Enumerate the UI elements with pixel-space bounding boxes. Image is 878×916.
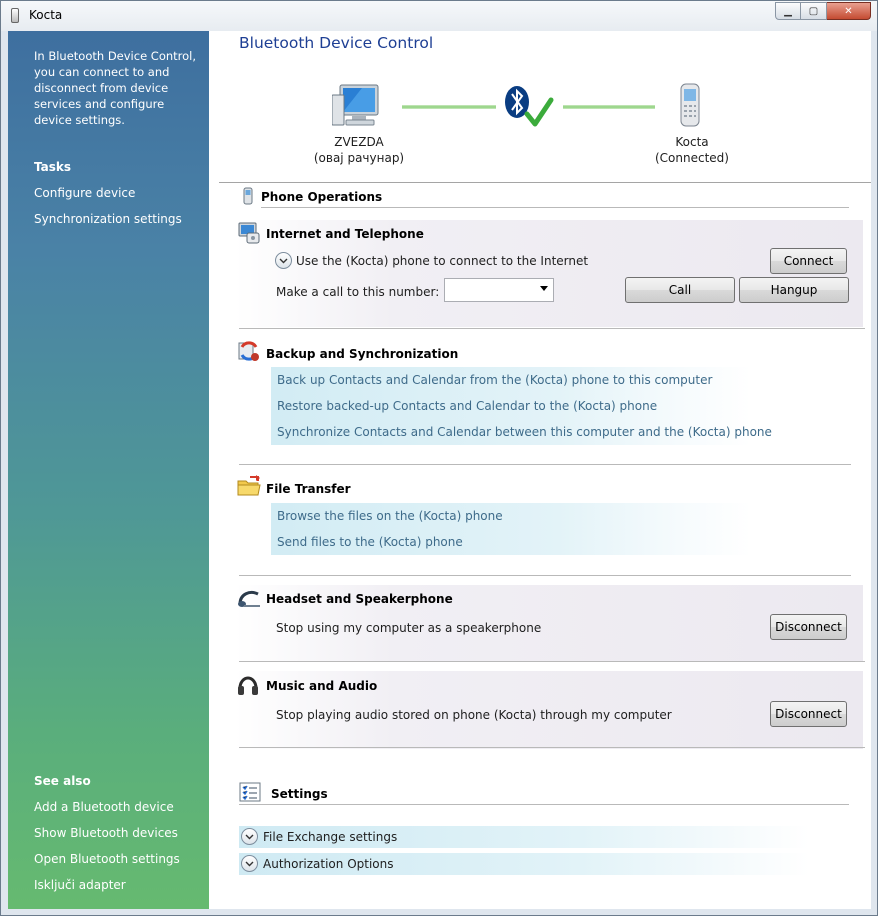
headphones-icon — [238, 676, 258, 695]
link-add-bluetooth-device[interactable]: Add a Bluetooth device — [34, 800, 174, 814]
link-disable-adapter[interactable]: Isključi adapter — [34, 878, 126, 892]
task-configure-device[interactable]: Configure device — [34, 186, 135, 200]
internet-divider — [239, 328, 865, 329]
window-title: Kocta — [29, 8, 63, 22]
phone-icon — [11, 8, 19, 23]
browse-files-link[interactable]: Browse the files on the (Kocta) phone — [271, 503, 751, 529]
title-bar: Kocta ▁ ▢ ✕ — [1, 1, 877, 31]
authorization-options-row[interactable]: Authorization Options — [239, 853, 809, 875]
main-content: Bluetooth Device Control ZVEZDA (овај ра… — [209, 31, 871, 909]
bluetooth-connected-icon — [505, 86, 554, 127]
backup-sync-icon — [238, 341, 259, 361]
file-transfer-divider — [239, 575, 851, 576]
synchronize-contacts-link[interactable]: Synchronize Contacts and Calendar betwee… — [271, 419, 772, 445]
maximize-button[interactable]: ▢ — [801, 2, 827, 20]
computer-name: ZVEZDA — [334, 135, 384, 149]
settings-list-icon — [239, 782, 261, 802]
send-files-link[interactable]: Send files to the (Kocta) phone — [271, 529, 751, 555]
link-open-bluetooth-settings[interactable]: Open Bluetooth settings — [34, 852, 180, 866]
call-number-label: Make a call to this number: — [276, 285, 440, 299]
authorization-options-label: Authorization Options — [263, 857, 394, 871]
computer-device: ZVEZDA (овај рачунар) — [299, 134, 419, 166]
see-also-heading: See also — [34, 774, 91, 788]
backup-contacts-link[interactable]: Back up Contacts and Calendar from the (… — [271, 367, 751, 393]
app-window: Kocta ▁ ▢ ✕ In Bluetooth Device Control,… — [0, 0, 878, 916]
file-transfer-icon — [237, 475, 261, 496]
internet-telephone-icon — [238, 222, 260, 244]
connection-line-right — [563, 105, 655, 109]
task-synchronization-settings[interactable]: Synchronization settings — [34, 212, 182, 226]
music-heading: Music and Audio — [266, 679, 378, 693]
phone-status: (Connected) — [655, 151, 729, 165]
page-title: Bluetooth Device Control — [239, 34, 434, 52]
window-controls: ▁ ▢ ✕ — [775, 2, 871, 20]
settings-divider — [239, 804, 849, 805]
chevron-down-icon — [279, 258, 288, 263]
expand-internet-button[interactable] — [275, 252, 292, 269]
phone-operations-divider — [261, 207, 849, 208]
computer-icon — [332, 84, 379, 126]
link-show-bluetooth-devices[interactable]: Show Bluetooth devices — [34, 826, 178, 840]
phone-device: Kocta (Connected) — [632, 134, 752, 166]
chevron-down-icon — [245, 861, 254, 866]
file-exchange-settings-label: File Exchange settings — [263, 830, 398, 844]
chevron-down-icon — [245, 834, 254, 839]
phone-operations-icon — [243, 187, 253, 205]
headset-divider — [239, 661, 865, 662]
computer-subtitle: (овај рачунар) — [313, 151, 405, 165]
music-text: Stop playing audio stored on phone (Koct… — [276, 708, 672, 722]
music-disconnect-button[interactable]: Disconnect — [770, 701, 847, 727]
file-exchange-settings-row[interactable]: File Exchange settings — [239, 826, 809, 848]
file-transfer-heading: File Transfer — [266, 482, 351, 496]
music-divider — [239, 747, 865, 748]
device-divider — [219, 182, 871, 183]
close-button[interactable]: ✕ — [827, 2, 871, 20]
hangup-button[interactable]: Hangup — [739, 277, 849, 303]
use-phone-internet-text: Use the (Kocta) phone to connect to the … — [296, 254, 589, 268]
headset-heading: Headset and Speakerphone — [266, 592, 453, 606]
dropdown-arrow-icon — [540, 286, 548, 291]
phone-operations-heading: Phone Operations — [261, 190, 383, 204]
restore-contacts-link[interactable]: Restore backed-up Contacts and Calendar … — [271, 393, 751, 419]
backup-sync-heading: Backup and Synchronization — [266, 347, 459, 361]
task-pane-description: In Bluetooth Device Control, you can con… — [34, 49, 197, 127]
expand-file-exchange-button[interactable] — [241, 828, 258, 845]
backup-divider — [239, 464, 851, 465]
expand-authorization-button[interactable] — [241, 855, 258, 872]
phone-icon — [680, 83, 700, 127]
settings-heading: Settings — [271, 787, 328, 801]
headset-text: Stop using my computer as a speakerphone — [276, 621, 542, 635]
connect-button[interactable]: Connect — [770, 248, 847, 274]
phone-name: Kocta — [675, 135, 709, 149]
headset-icon — [238, 590, 260, 607]
call-number-combobox[interactable] — [444, 278, 554, 302]
tasks-heading: Tasks — [34, 160, 72, 174]
task-pane: In Bluetooth Device Control, you can con… — [8, 31, 209, 909]
minimize-button[interactable]: ▁ — [775, 2, 801, 20]
internet-telephone-heading: Internet and Telephone — [266, 227, 424, 241]
call-button[interactable]: Call — [625, 277, 735, 303]
connection-line-left — [402, 105, 496, 109]
headset-disconnect-button[interactable]: Disconnect — [770, 614, 847, 640]
